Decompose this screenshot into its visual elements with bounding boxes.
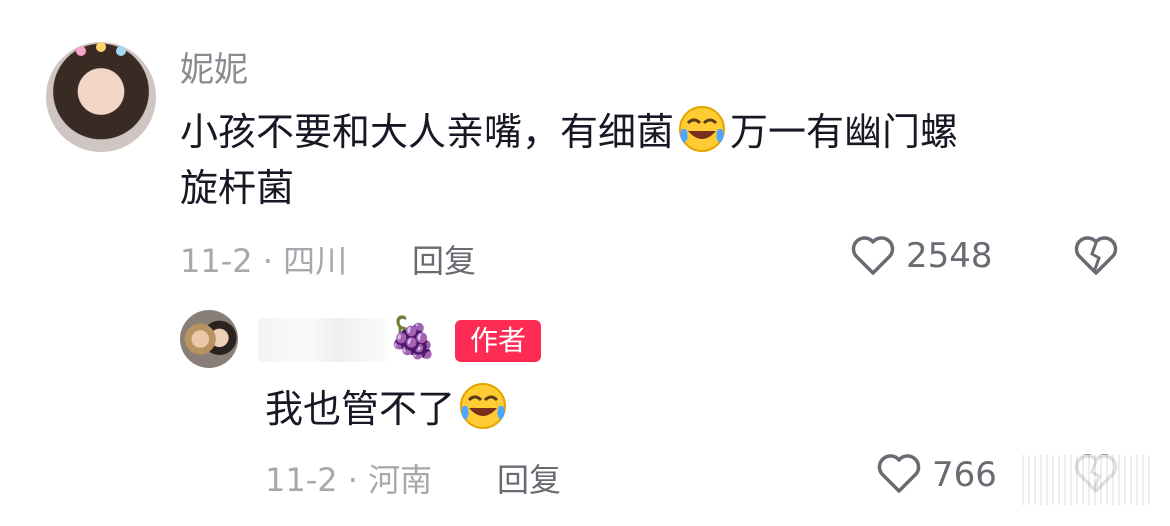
reply-text: 我也管不了 — [265, 380, 511, 437]
author-avatar[interactable] — [180, 310, 238, 368]
comment-text-part: 万一有幽门螺 — [730, 110, 959, 154]
author-username-blurred[interactable] — [258, 318, 388, 362]
dislike-broken-heart-icon[interactable] — [1073, 234, 1119, 276]
laughing-crying-emoji-icon — [679, 106, 726, 152]
like-heart-icon[interactable] — [876, 452, 922, 494]
commenter-avatar[interactable] — [46, 42, 156, 152]
like-count: 2548 — [906, 236, 993, 276]
comment-text-part: 旋杆菌 — [180, 166, 295, 210]
avatar-flower-decoration — [76, 46, 86, 56]
reply-date-location: 11-2 · 河南 — [265, 461, 433, 499]
reply-text-part: 我也管不了 — [265, 387, 456, 431]
author-badge: 作者 — [455, 320, 541, 362]
watermark-overlay — [1022, 455, 1152, 505]
comment-date-location: 11-2 · 四川 — [180, 242, 348, 280]
reply-button[interactable]: 回复 — [412, 236, 476, 282]
like-heart-icon[interactable] — [850, 234, 896, 276]
reply-button[interactable]: 回复 — [497, 455, 561, 501]
avatar-flower-decoration — [96, 42, 106, 52]
laughing-crying-emoji-icon — [460, 383, 507, 429]
avatar-flower-decoration — [116, 46, 126, 56]
like-count: 766 — [932, 455, 997, 495]
grapes-emoji: 🍇 — [388, 315, 438, 361]
comment-text: 小孩不要和大人亲嘴，有细菌 万一有幽门螺 旋杆菌 — [180, 103, 1140, 216]
commenter-username[interactable]: 妮妮 — [180, 42, 248, 91]
comment-text-part: 小孩不要和大人亲嘴，有细菌 — [180, 110, 675, 154]
